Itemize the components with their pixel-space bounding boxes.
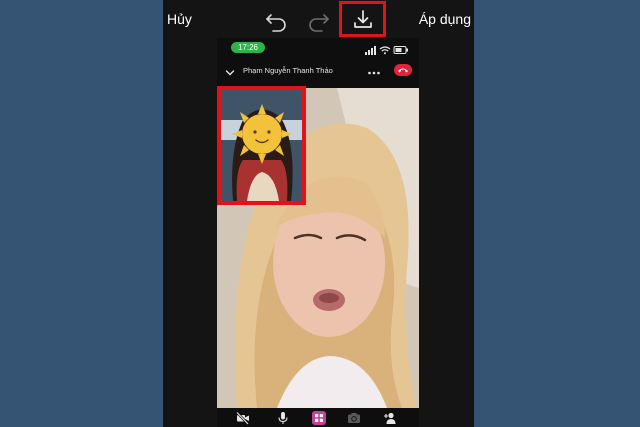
add-person-icon[interactable] bbox=[383, 411, 397, 425]
sun-sticker-icon bbox=[232, 104, 292, 164]
effects-icon[interactable] bbox=[312, 411, 326, 425]
battery-icon bbox=[393, 46, 408, 54]
download-button[interactable] bbox=[339, 1, 386, 37]
apply-button[interactable]: Áp dụng bbox=[419, 11, 471, 27]
self-view-video[interactable] bbox=[217, 86, 306, 205]
phone-hangup-icon bbox=[398, 68, 408, 73]
call-screenshot: 17:26 Phạm Nguyễn Thanh Thảo bbox=[217, 38, 419, 427]
camera-switch-icon[interactable] bbox=[347, 411, 361, 425]
video-off-icon[interactable] bbox=[236, 411, 250, 425]
end-call-button[interactable] bbox=[394, 64, 412, 76]
undo-icon[interactable] bbox=[263, 6, 291, 34]
cancel-button[interactable]: Hủy bbox=[167, 11, 192, 27]
redo-icon[interactable] bbox=[304, 6, 332, 34]
status-time: 17:26 bbox=[231, 42, 265, 53]
photo-editor: Hủy Áp dụng 17:26 Phạm Nguyễn Thanh Thảo bbox=[163, 0, 474, 427]
call-header: Phạm Nguyễn Thanh Thảo bbox=[217, 60, 419, 82]
signal-icon bbox=[365, 46, 376, 55]
download-icon bbox=[354, 10, 372, 28]
editor-toolbar: Hủy Áp dụng bbox=[163, 0, 474, 38]
status-icons bbox=[365, 42, 409, 60]
chevron-down-icon[interactable] bbox=[225, 65, 235, 83]
caller-name: Phạm Nguyễn Thanh Thảo bbox=[243, 66, 333, 75]
more-options-icon[interactable] bbox=[367, 65, 381, 83]
mic-icon[interactable] bbox=[276, 411, 290, 425]
wifi-icon bbox=[379, 46, 391, 55]
self-view-image bbox=[221, 90, 302, 201]
call-controls bbox=[217, 408, 419, 427]
status-bar: 17:26 bbox=[217, 38, 419, 58]
